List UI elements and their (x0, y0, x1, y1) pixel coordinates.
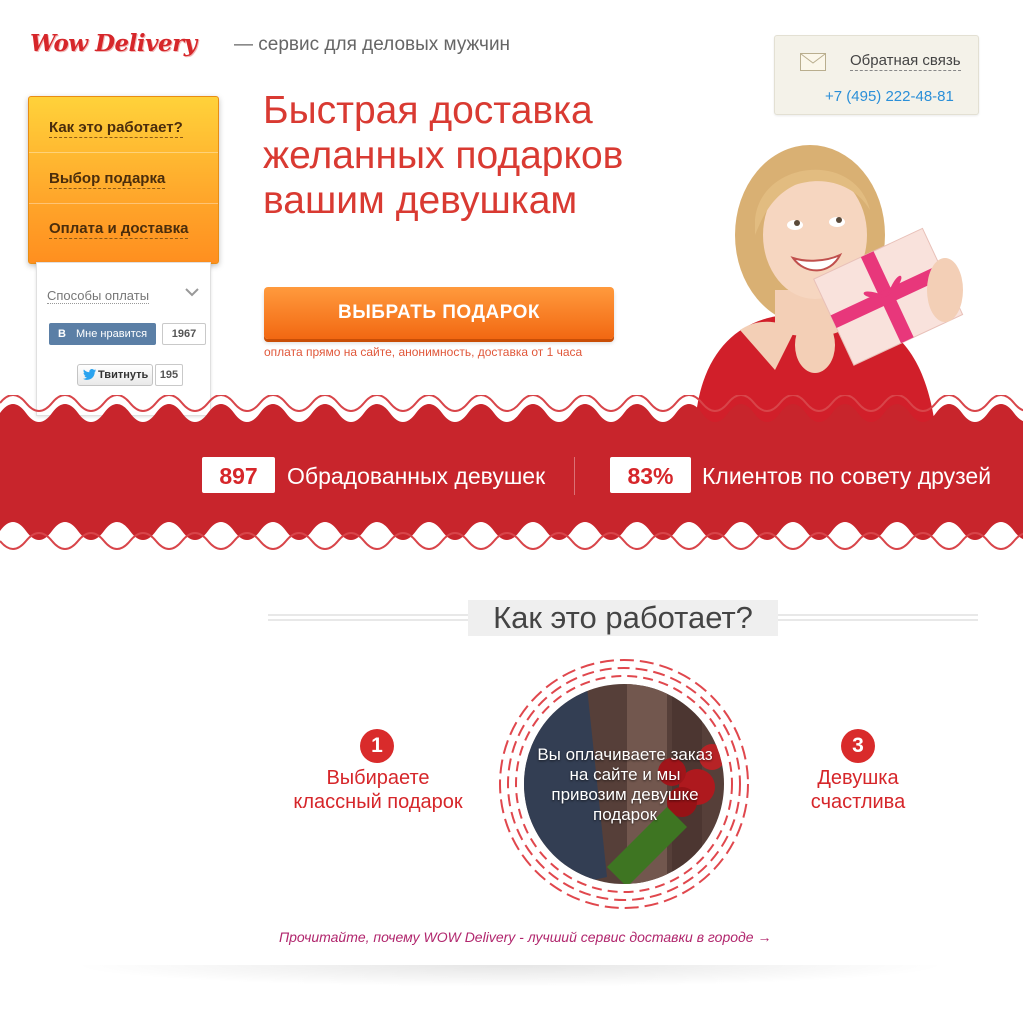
twitter-bird-icon (83, 369, 96, 380)
girl-with-gift-image (695, 145, 964, 425)
hero-title-line: Быстрая доставка (263, 89, 593, 132)
hero-title: Быстрая доставка желанных подарков вашим… (263, 88, 693, 223)
footer-shadow (70, 965, 950, 987)
tagline: — сервис для деловых мужчин (234, 34, 511, 55)
step-text-line: счастлива (810, 791, 906, 813)
step-two-text: Вы оплачиваете заказ на сайте и мы приво… (537, 745, 713, 824)
stat-divider (574, 457, 575, 495)
menu-divider (29, 203, 218, 204)
chevron-down-icon[interactable] (185, 287, 199, 297)
tweet-count: 195 (155, 364, 183, 386)
hero-title-line: вашим девушкам (263, 179, 578, 222)
side-panel: Способы оплаты В Мне нравится 1967 Твитн… (36, 262, 211, 416)
stat-label-referrals: Клиентов по совету друзей (702, 463, 992, 489)
step-text-line: Выбираете (326, 767, 430, 789)
vk-icon: В (58, 328, 66, 340)
menu-item-payment-delivery[interactable]: Оплата и доставка (49, 220, 189, 239)
vk-like-label: Мне нравится (76, 328, 148, 340)
menu-item-gift-choice[interactable]: Выбор подарка (49, 170, 166, 189)
stat-value-referrals: 83% (610, 457, 691, 493)
menu-item-how-it-works[interactable]: Как это работает? (49, 119, 183, 138)
side-menu: Как это работает? Выбор подарка Оплата и… (28, 96, 219, 264)
feedback-link[interactable]: Обратная связь (850, 52, 961, 71)
how-it-works-title: Как это работает? (468, 600, 778, 636)
step-text: Выбираете классный подарок (268, 766, 488, 814)
payment-methods-link[interactable]: Способы оплаты (47, 288, 150, 304)
cta-note: оплата прямо на сайте, анонимность, дост… (264, 345, 583, 359)
menu-divider (29, 152, 218, 153)
stat-value-girls: 897 (202, 457, 275, 493)
stat-label-girls: Обрадованных девушек (287, 463, 546, 489)
vk-like-button[interactable]: В Мне нравится (49, 323, 156, 345)
choose-gift-button[interactable]: ВЫБРАТЬ ПОДАРОК (264, 287, 614, 339)
step-text-line: Девушка (817, 767, 899, 789)
vk-like-count: 1967 (162, 323, 206, 345)
step-text: Девушка счастлива (778, 766, 938, 814)
contact-box: Обратная связь +7 (495) 222-48-81 (774, 35, 979, 115)
hero-title-line: желанных подарков (263, 134, 624, 177)
step-number: 1 (360, 729, 394, 763)
logo[interactable]: Wow Delivery (30, 30, 197, 57)
step-text-line: классный подарок (293, 791, 463, 813)
phone-number[interactable]: +7 (495) 222-48-81 (825, 88, 954, 105)
tweet-label: Твитнуть (98, 369, 149, 381)
tweet-button[interactable]: Твитнуть (77, 364, 153, 386)
mail-icon (800, 53, 826, 71)
read-more-link[interactable]: Прочитайте, почему WOW Delivery - лучший… (279, 929, 771, 945)
step-number: 3 (841, 729, 875, 763)
